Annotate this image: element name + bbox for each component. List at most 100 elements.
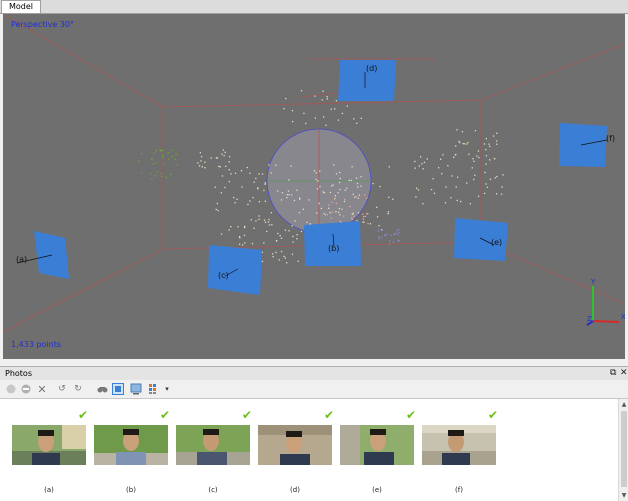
- check-icon: ✔: [487, 408, 498, 422]
- close-icon[interactable]: ✕: [620, 367, 628, 379]
- point: [322, 90, 324, 92]
- point: [398, 228, 400, 231]
- camera-c-icon: (c): [208, 245, 262, 295]
- point: [200, 160, 202, 162]
- point: [386, 233, 388, 236]
- point: [392, 241, 394, 243]
- point: [308, 199, 310, 201]
- point: [251, 243, 254, 245]
- point: [495, 193, 498, 195]
- point: [314, 95, 316, 97]
- point: [279, 235, 281, 237]
- point: [315, 178, 317, 181]
- point: [364, 215, 367, 217]
- projection-label: Perspective 30°: [11, 20, 75, 29]
- point: [323, 116, 325, 118]
- photo-item-c[interactable]: ✔ (c): [176, 399, 254, 499]
- point: [500, 193, 503, 195]
- point: [234, 172, 237, 174]
- photo-item-a[interactable]: ✔ (a): [12, 399, 90, 499]
- point: [306, 221, 308, 224]
- photo-item-d[interactable]: ✔ (d): [258, 399, 336, 499]
- point: [483, 192, 486, 195]
- point: [384, 234, 386, 237]
- point: [285, 97, 287, 100]
- photo-caption: (e): [372, 486, 382, 494]
- camera-b-icon: (b): [304, 221, 361, 266]
- point: [197, 162, 199, 164]
- point: [280, 199, 283, 201]
- point: [372, 182, 374, 185]
- point: [381, 229, 383, 231]
- model-viewport[interactable]: (a) (b) (c) (d) (e) (f) Y X Z Perspectiv…: [3, 14, 625, 359]
- point: [430, 188, 433, 191]
- point: [476, 155, 478, 157]
- axis-z-label: Z: [587, 315, 592, 323]
- point: [357, 212, 360, 214]
- check-icon: ✔: [159, 408, 170, 422]
- point: [240, 170, 243, 172]
- point: [353, 118, 355, 120]
- point: [349, 205, 351, 208]
- point: [268, 224, 271, 226]
- binoculars-icon[interactable]: [96, 383, 108, 395]
- point: [432, 178, 434, 180]
- point: [334, 108, 336, 110]
- photo-thumbnail: [176, 425, 250, 465]
- point: [152, 163, 155, 165]
- point: [299, 198, 301, 200]
- grid-view-icon[interactable]: [148, 383, 160, 395]
- point: [298, 212, 301, 214]
- point: [200, 156, 203, 158]
- point: [338, 181, 341, 184]
- point: [241, 186, 243, 188]
- point: [228, 181, 230, 183]
- photos-scrollbar[interactable]: ▲ ▼: [618, 399, 628, 501]
- point: [367, 213, 369, 215]
- rotate-left-icon[interactable]: ↺: [56, 383, 68, 395]
- point: [381, 236, 383, 238]
- point: [138, 160, 140, 162]
- photo-item-e[interactable]: ✔ (e): [340, 399, 418, 499]
- point: [174, 158, 176, 160]
- point: [210, 157, 212, 159]
- point: [396, 229, 398, 232]
- point: [502, 174, 504, 176]
- point: [247, 203, 249, 206]
- point: [356, 182, 359, 185]
- point: [483, 143, 486, 145]
- point: [253, 227, 255, 229]
- scroll-up-icon[interactable]: ▲: [619, 401, 628, 408]
- point: [356, 220, 358, 222]
- point: [275, 164, 277, 166]
- point: [357, 186, 359, 188]
- enable-icon[interactable]: [5, 383, 17, 395]
- point: [234, 202, 236, 204]
- disable-icon[interactable]: [20, 383, 32, 395]
- remove-icon[interactable]: ✕: [36, 383, 48, 396]
- point: [268, 164, 270, 166]
- details-view-icon[interactable]: [130, 383, 142, 395]
- point: [300, 230, 303, 233]
- point: [344, 189, 346, 191]
- point: [276, 240, 278, 242]
- point: [316, 212, 318, 214]
- point: [228, 169, 230, 171]
- point: [250, 219, 252, 221]
- point: [291, 110, 294, 112]
- point: [281, 192, 284, 194]
- tab-model[interactable]: Model: [1, 0, 42, 13]
- scroll-down-icon[interactable]: ▼: [619, 492, 628, 499]
- camera-e-icon: (e): [454, 218, 508, 261]
- restore-icon[interactable]: ⧉: [610, 367, 616, 379]
- point: [467, 141, 469, 144]
- rotate-right-icon[interactable]: ↻: [72, 383, 84, 395]
- dropdown-icon[interactable]: ▾: [163, 383, 171, 395]
- photo-item-f[interactable]: ✔ (f): [422, 399, 500, 499]
- point: [287, 190, 290, 192]
- image-view-icon[interactable]: [112, 383, 124, 395]
- photo-caption: (b): [126, 486, 136, 494]
- photo-item-b[interactable]: ✔ (b): [94, 399, 172, 499]
- scroll-thumb[interactable]: [621, 411, 627, 487]
- point: [358, 194, 360, 196]
